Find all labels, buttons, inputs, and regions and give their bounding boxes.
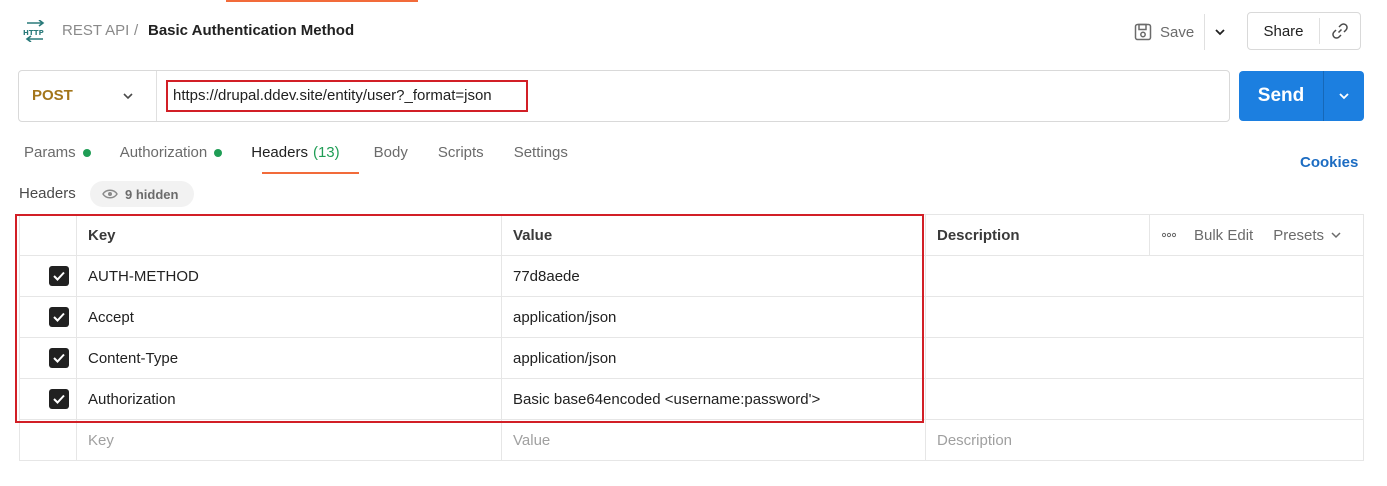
header-description-input[interactable]: [925, 255, 1364, 297]
svg-text:HTTP: HTTP: [23, 29, 44, 37]
header-value-input[interactable]: application/json: [502, 350, 925, 367]
chevron-down-icon: [1339, 93, 1349, 100]
table-row: Content-Type application/json: [19, 337, 1364, 379]
tab-settings[interactable]: Settings: [514, 144, 568, 161]
save-options-button[interactable]: [1205, 14, 1235, 50]
empty-checkbox-cell: [19, 419, 77, 461]
header-key-input[interactable]: Accept: [77, 309, 501, 326]
checkbox-column-header: [19, 214, 77, 256]
column-header-value: Value: [501, 214, 926, 256]
column-header-description: Description: [925, 214, 1150, 256]
headers-table: Key Value Description Bulk Edit Presets: [19, 214, 1364, 461]
send-group: Send: [1239, 71, 1364, 121]
column-label: Value: [513, 226, 553, 244]
new-key-input[interactable]: Key: [77, 432, 501, 449]
more-options-icon[interactable]: [1162, 232, 1176, 238]
hidden-count: 9 hidden: [125, 186, 179, 202]
header-value-input[interactable]: application/json: [502, 309, 925, 326]
http-icon: HTTP: [23, 20, 45, 42]
column-label: Description: [937, 226, 1020, 244]
column-header-key: Key: [76, 214, 502, 256]
active-tab-underline: [262, 172, 359, 174]
header-value-input[interactable]: 77d8aede: [502, 268, 925, 285]
chevron-down-icon: [1215, 29, 1225, 36]
row-checkbox[interactable]: [49, 266, 69, 286]
table-header-row: Key Value Description Bulk Edit Presets: [19, 214, 1364, 256]
request-title[interactable]: Basic Authentication Method: [148, 22, 354, 39]
presets-dropdown[interactable]: Presets: [1273, 227, 1342, 244]
tab-body[interactable]: Body: [374, 144, 408, 161]
check-icon: [53, 353, 65, 363]
request-tabs: Params Authorization Headers (13) Body Sc…: [24, 144, 568, 161]
share-group: Share: [1247, 12, 1361, 50]
status-dot: [214, 148, 223, 157]
check-icon: [53, 394, 65, 404]
header-description-input[interactable]: [925, 337, 1364, 379]
row-checkbox[interactable]: [49, 307, 69, 327]
save-label: Save: [1160, 23, 1195, 41]
headers-section-label: Headers: [19, 185, 76, 202]
tab-label: Headers: [251, 144, 308, 161]
header-key-input[interactable]: Authorization: [77, 391, 501, 408]
tab-label: Params: [24, 144, 76, 161]
active-tab-indicator: [226, 0, 418, 2]
url-input[interactable]: https://drupal.ddev.site/entity/user?_fo…: [173, 87, 492, 104]
divider: [156, 71, 157, 121]
breadcrumb-separator: /: [134, 22, 139, 39]
tab-params[interactable]: Params: [24, 144, 91, 161]
hidden-headers-toggle[interactable]: 9 hidden: [90, 181, 194, 207]
new-description-input[interactable]: Description: [926, 432, 1363, 449]
send-button[interactable]: Send: [1239, 85, 1323, 107]
eye-icon: [102, 189, 118, 199]
tab-headers[interactable]: Headers (13): [251, 144, 339, 161]
header-description-input[interactable]: [925, 378, 1364, 420]
tab-count: (13): [312, 144, 340, 161]
share-button[interactable]: Share: [1248, 23, 1319, 40]
row-checkbox[interactable]: [49, 389, 69, 409]
link-icon: [1332, 23, 1348, 39]
tab-label: Scripts: [437, 144, 484, 161]
chevron-down-icon: [1331, 232, 1341, 239]
tab-label: Authorization: [119, 144, 208, 161]
header-description-input[interactable]: [925, 296, 1364, 338]
cookies-link[interactable]: Cookies: [1300, 154, 1358, 171]
tab-scripts[interactable]: Scripts: [438, 144, 484, 161]
chevron-down-icon[interactable]: [120, 88, 136, 104]
column-label: Key: [88, 226, 116, 244]
table-row-new: Key Value Description: [19, 419, 1364, 461]
header-value-input[interactable]: Basic base64encoded <username:password'>: [502, 391, 925, 408]
status-dot: [82, 148, 91, 157]
save-button[interactable]: Save: [1128, 14, 1204, 50]
method-select[interactable]: POST: [32, 87, 73, 104]
send-options-button[interactable]: [1324, 71, 1364, 121]
tab-authorization[interactable]: Authorization: [120, 144, 223, 161]
breadcrumb-collection[interactable]: REST API: [62, 22, 129, 39]
table-row: AUTH-METHOD 77d8aede: [19, 255, 1364, 297]
tab-label: Settings: [513, 144, 568, 161]
row-checkbox[interactable]: [49, 348, 69, 368]
new-value-input[interactable]: Value: [502, 432, 925, 449]
copy-link-button[interactable]: [1320, 13, 1360, 49]
header-key-input[interactable]: AUTH-METHOD: [77, 268, 501, 285]
check-icon: [53, 312, 65, 322]
tab-label: Body: [373, 144, 408, 161]
check-icon: [53, 271, 65, 281]
table-row: Authorization Basic base64encoded <usern…: [19, 378, 1364, 420]
table-tools: Bulk Edit Presets: [1149, 214, 1364, 256]
table-row: Accept application/json: [19, 296, 1364, 338]
bulk-edit-button[interactable]: Bulk Edit: [1194, 227, 1253, 244]
save-icon: [1134, 23, 1152, 41]
header-key-input[interactable]: Content-Type: [77, 350, 501, 367]
save-group: Save: [1128, 14, 1235, 50]
presets-label: Presets: [1273, 226, 1325, 244]
